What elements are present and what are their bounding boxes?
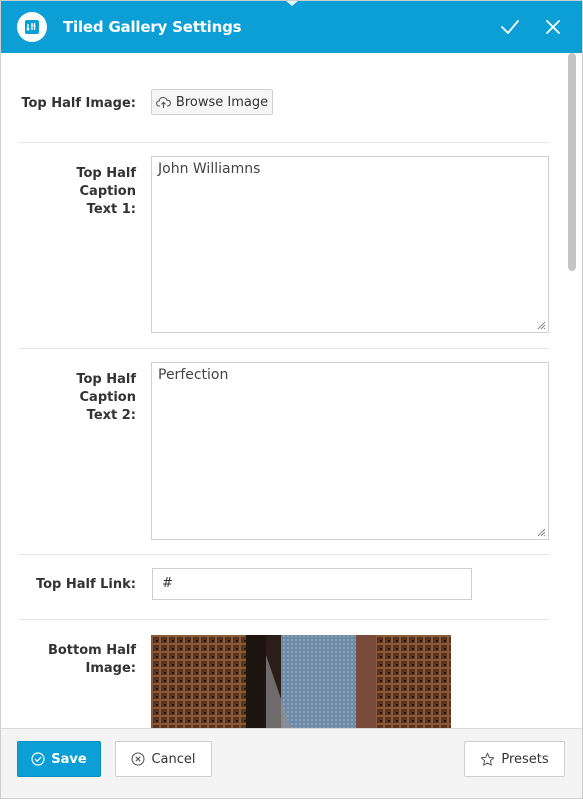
link-value: # [162,576,173,591]
cloud-upload-icon [155,96,171,108]
divider [18,348,550,349]
x-circle-icon [131,752,146,766]
settings-form: Top Half Image: Browse Image Top Half Ca… [1,53,582,728]
presets-button[interactable]: Presets [464,741,565,777]
check-circle-icon [31,752,45,766]
check-icon [501,20,519,34]
divider [18,619,550,620]
dialog-title: Tiled Gallery Settings [63,18,242,36]
divider [18,554,550,555]
divider [18,142,550,143]
presets-label: Presets [501,751,549,767]
dialog-footer: Save Cancel Presets [1,728,582,798]
label-line: Text 2: [86,408,136,423]
top-half-image-label: Top Half Image: [21,96,136,111]
label-line: Image: [85,661,136,676]
dialog-header: Tiled Gallery Settings [1,1,582,53]
label-line: Top Half Caption [76,372,136,405]
bottom-half-image-preview[interactable] [151,635,451,728]
close-icon [546,20,560,34]
top-half-caption-1-label: Top Half Caption Text 1: [16,165,136,219]
cancel-label: Cancel [151,751,196,767]
star-icon [481,752,495,766]
caption-2-value: Perfection [158,367,229,383]
browse-image-button[interactable]: Browse Image [151,89,273,115]
settings-dialog: Tiled Gallery Settings Top Half Image: B… [0,0,583,799]
resize-grip-icon[interactable] [536,320,546,330]
label-line: Bottom Half [47,643,136,658]
top-half-caption-2-label: Top Half Caption Text 2: [16,371,136,425]
browse-image-label: Browse Image [175,94,269,110]
tiled-gallery-icon [17,12,47,42]
close-button[interactable] [541,15,565,39]
scrollbar[interactable] [567,53,577,728]
top-half-link-input[interactable]: # [152,568,472,600]
top-half-link-label: Top Half Link: [35,577,136,592]
caption-2-textarea[interactable]: Perfection [151,362,549,540]
bottom-half-image-label: Bottom Half Image: [16,642,136,678]
cancel-button[interactable]: Cancel [115,741,212,777]
save-button[interactable]: Save [17,741,101,777]
caption-1-textarea[interactable]: John Williamns [151,156,549,333]
caption-1-value: John Williamns [158,161,261,177]
confirm-button[interactable] [498,15,522,39]
header-notch [286,1,298,6]
label-line: Text 1: [86,202,136,217]
save-label: Save [51,751,87,767]
label-line: Top Half Caption [76,166,136,199]
resize-grip-icon[interactable] [536,527,546,537]
scrollbar-thumb[interactable] [568,53,576,271]
bottom-half-photo [151,635,451,728]
